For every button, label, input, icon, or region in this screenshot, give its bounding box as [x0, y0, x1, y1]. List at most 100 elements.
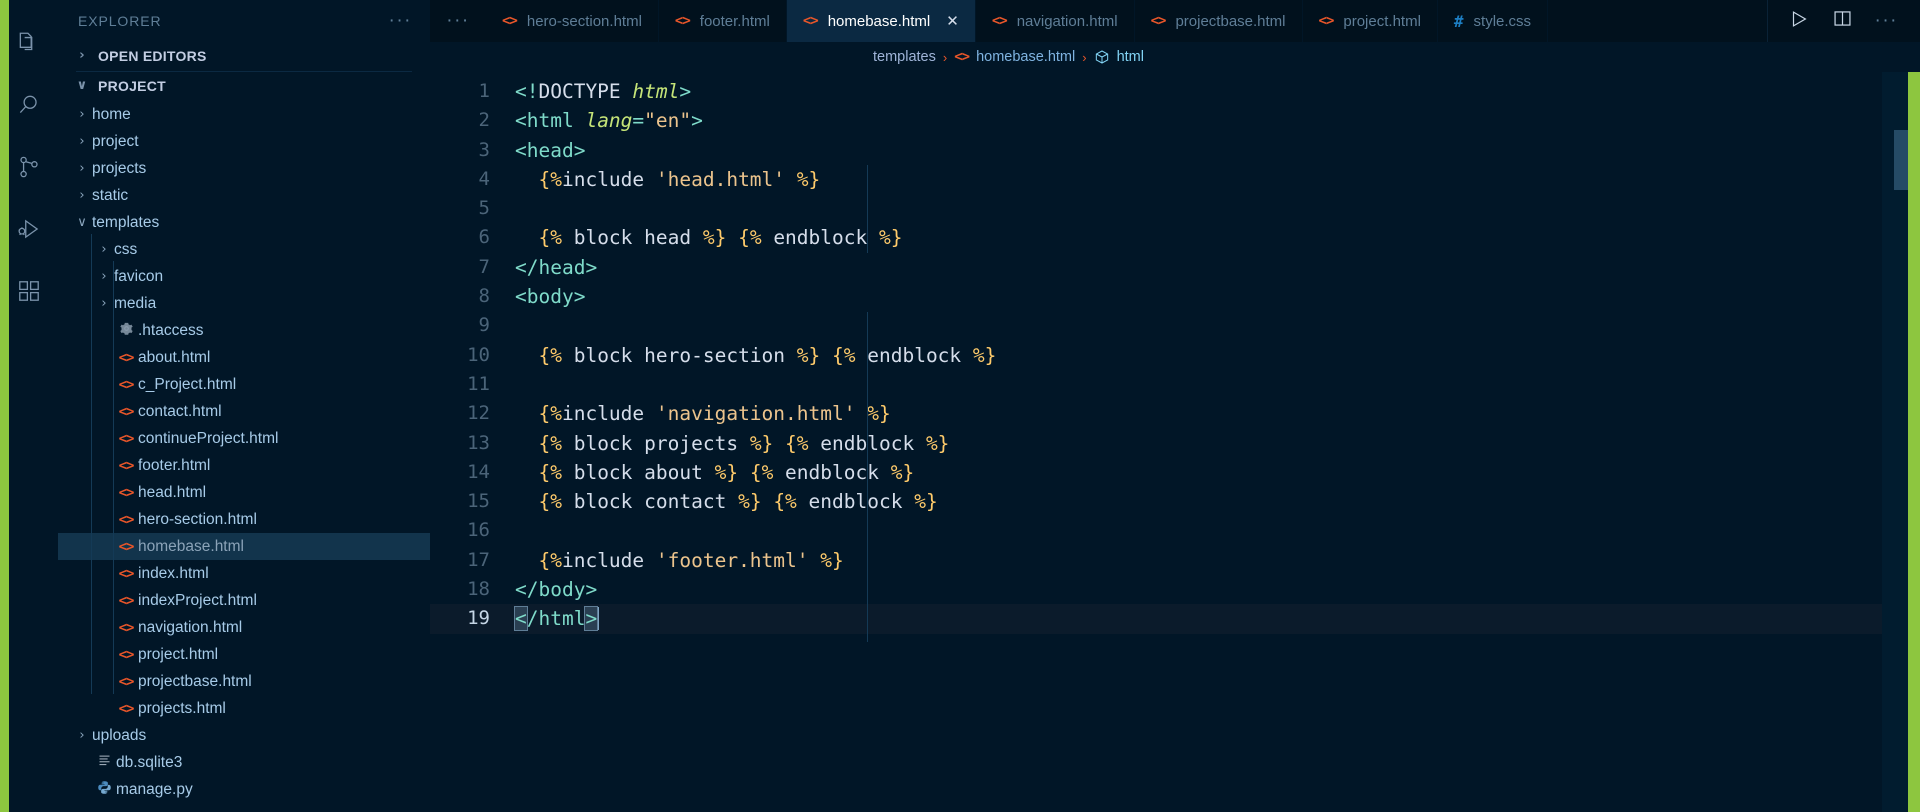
breadcrumb-symbol[interactable]: html	[1117, 49, 1144, 65]
editor-more-actions-button[interactable]: ···	[1875, 11, 1898, 30]
files-icon	[16, 30, 42, 56]
chevron-right-icon[interactable]: ›	[72, 728, 92, 743]
tree-folder-item[interactable]: › css	[58, 236, 430, 263]
line-content: <html lang="en">	[515, 109, 703, 133]
code-line[interactable]: 10 {% block hero-section %} {% endblock …	[430, 341, 1920, 370]
code-line[interactable]: 2 <html lang="en">	[430, 106, 1920, 135]
line-number: 3	[478, 138, 490, 161]
tab-label: navigation.html	[1016, 12, 1118, 30]
line-number: 19	[467, 607, 490, 630]
code-line[interactable]: 9	[430, 311, 1920, 340]
tree-file-item[interactable]: db.sqlite3	[58, 749, 430, 776]
activity-item-extensions[interactable]	[0, 260, 58, 322]
breadcrumb-separator-icon: ›	[1082, 49, 1087, 65]
close-icon[interactable]: ✕	[946, 12, 959, 30]
editor-tab[interactable]: <> project.html	[1302, 0, 1438, 42]
code-line[interactable]: 5	[430, 194, 1920, 223]
code-editor[interactable]: 1 <!DOCTYPE html> 2 <html lang="en"> 3 <head>…	[430, 72, 1920, 812]
tree-item-label: head.html	[138, 483, 207, 501]
window-accent-stripe	[1908, 72, 1920, 812]
editor-tab[interactable]: <> navigation.html	[975, 0, 1135, 42]
chevron-right-icon[interactable]: ›	[94, 269, 114, 284]
code-line[interactable]: 11	[430, 370, 1920, 399]
code-line[interactable]: 4 {%include 'head.html' %}	[430, 165, 1920, 194]
line-number: 2	[478, 109, 490, 132]
editor-tab[interactable]: <> hero-section.html	[486, 0, 659, 42]
tree-folder-item[interactable]: › static	[58, 182, 430, 209]
tree-file-item[interactable]: manage.py	[58, 776, 430, 803]
tree-folder-item[interactable]: › home	[58, 101, 430, 128]
tree-indent-guide	[113, 261, 114, 694]
breadcrumb-folder[interactable]: templates	[873, 49, 936, 65]
tree-item-label: continueProject.html	[138, 429, 279, 447]
code-line[interactable]: 17 {%include 'footer.html' %}	[430, 546, 1920, 575]
chevron-right-icon[interactable]: ›	[72, 107, 92, 122]
tree-item-label: projects	[92, 159, 147, 177]
tree-folder-item[interactable]: › project	[58, 128, 430, 155]
line-number: 6	[478, 226, 490, 249]
tree-file-item[interactable]: <> projects.html	[58, 695, 430, 722]
explorer-title: EXPLORER	[78, 13, 162, 29]
tree-item-label: navigation.html	[138, 618, 243, 636]
code-line[interactable]: 1 <!DOCTYPE html>	[430, 77, 1920, 106]
line-number: 7	[478, 255, 490, 278]
code-line[interactable]: 15 {% block contact %} {% endblock %}	[430, 487, 1920, 516]
python-icon	[97, 780, 112, 800]
editor-scrollbar[interactable]	[1894, 130, 1908, 190]
code-line[interactable]: 3 <head>	[430, 136, 1920, 165]
chevron-right-icon[interactable]: ›	[72, 134, 92, 149]
run-button[interactable]	[1788, 8, 1810, 35]
code-line[interactable]: 6 {% block head %} {% endblock %}	[430, 223, 1920, 252]
activity-bar	[0, 0, 58, 812]
tree-folder-item[interactable]: › projects	[58, 155, 430, 182]
html-icon: <>	[118, 592, 135, 609]
chevron-right-icon[interactable]: ›	[72, 161, 92, 176]
line-content: {% block about %} {% endblock %}	[538, 460, 915, 484]
html-icon: <>	[118, 376, 135, 393]
line-content: {%include 'head.html' %}	[538, 167, 821, 191]
html-icon: <>	[118, 619, 135, 636]
code-line[interactable]: 19 </html>	[430, 604, 1920, 634]
activity-item-explorer[interactable]	[0, 12, 58, 74]
tree-item-label: .htaccess	[138, 321, 204, 339]
sidebar-section-project[interactable]: ∨ PROJECT	[58, 72, 430, 99]
code-line[interactable]: 16	[430, 516, 1920, 545]
chevron-right-icon[interactable]: ›	[94, 242, 114, 257]
code-line[interactable]: 18 </body>	[430, 575, 1920, 604]
html-icon: <>	[118, 349, 135, 366]
tree-folder-item[interactable]: › uploads	[58, 722, 430, 749]
indent-guide	[867, 165, 868, 253]
explorer-more-actions-button[interactable]: ···	[389, 11, 412, 30]
breadcrumb-file[interactable]: homebase.html	[976, 49, 1075, 65]
editor-actions: ···	[1766, 0, 1920, 42]
code-line[interactable]: 14 {% block about %} {% endblock %}	[430, 458, 1920, 487]
code-line[interactable]: 12 {%include 'navigation.html' %}	[430, 399, 1920, 428]
code-line[interactable]: 8 <body>	[430, 282, 1920, 311]
chevron-right-icon[interactable]: ›	[94, 296, 114, 311]
split-editor-button[interactable]	[1832, 8, 1853, 34]
run-debug-icon	[16, 216, 42, 242]
editor-tab[interactable]: <> projectbase.html	[1134, 0, 1303, 42]
html-icon: <>	[118, 457, 135, 474]
sidebar-section-open-editors[interactable]: › OPEN EDITORS	[58, 42, 430, 69]
editor-tab[interactable]: <> footer.html	[658, 0, 787, 42]
code-line[interactable]: 7 </head>	[430, 253, 1920, 282]
editor-tab[interactable]: # style.css	[1437, 0, 1549, 42]
tree-folder-item[interactable]: ∨ templates	[58, 209, 430, 236]
line-number: 14	[467, 460, 490, 483]
tab-label: project.html	[1343, 12, 1421, 30]
html-icon: <>	[118, 430, 135, 447]
line-content: {% block hero-section %} {% endblock %}	[538, 343, 997, 367]
activity-item-source-control[interactable]	[0, 136, 58, 198]
html-icon: <>	[802, 13, 819, 29]
activity-item-search[interactable]	[0, 74, 58, 136]
tree-item-label: index.html	[138, 564, 209, 582]
chevron-down-icon[interactable]: ∨	[72, 215, 92, 230]
html-icon: <>	[674, 13, 691, 29]
editor-tab[interactable]: <> homebase.html ✕	[786, 0, 976, 42]
chevron-right-icon[interactable]: ›	[72, 188, 92, 203]
tabs-overflow-button[interactable]: ···	[430, 0, 486, 42]
activity-item-run-and-debug[interactable]	[0, 198, 58, 260]
html-icon: <>	[118, 538, 135, 555]
code-line[interactable]: 13 {% block projects %} {% endblock %}	[430, 429, 1920, 458]
